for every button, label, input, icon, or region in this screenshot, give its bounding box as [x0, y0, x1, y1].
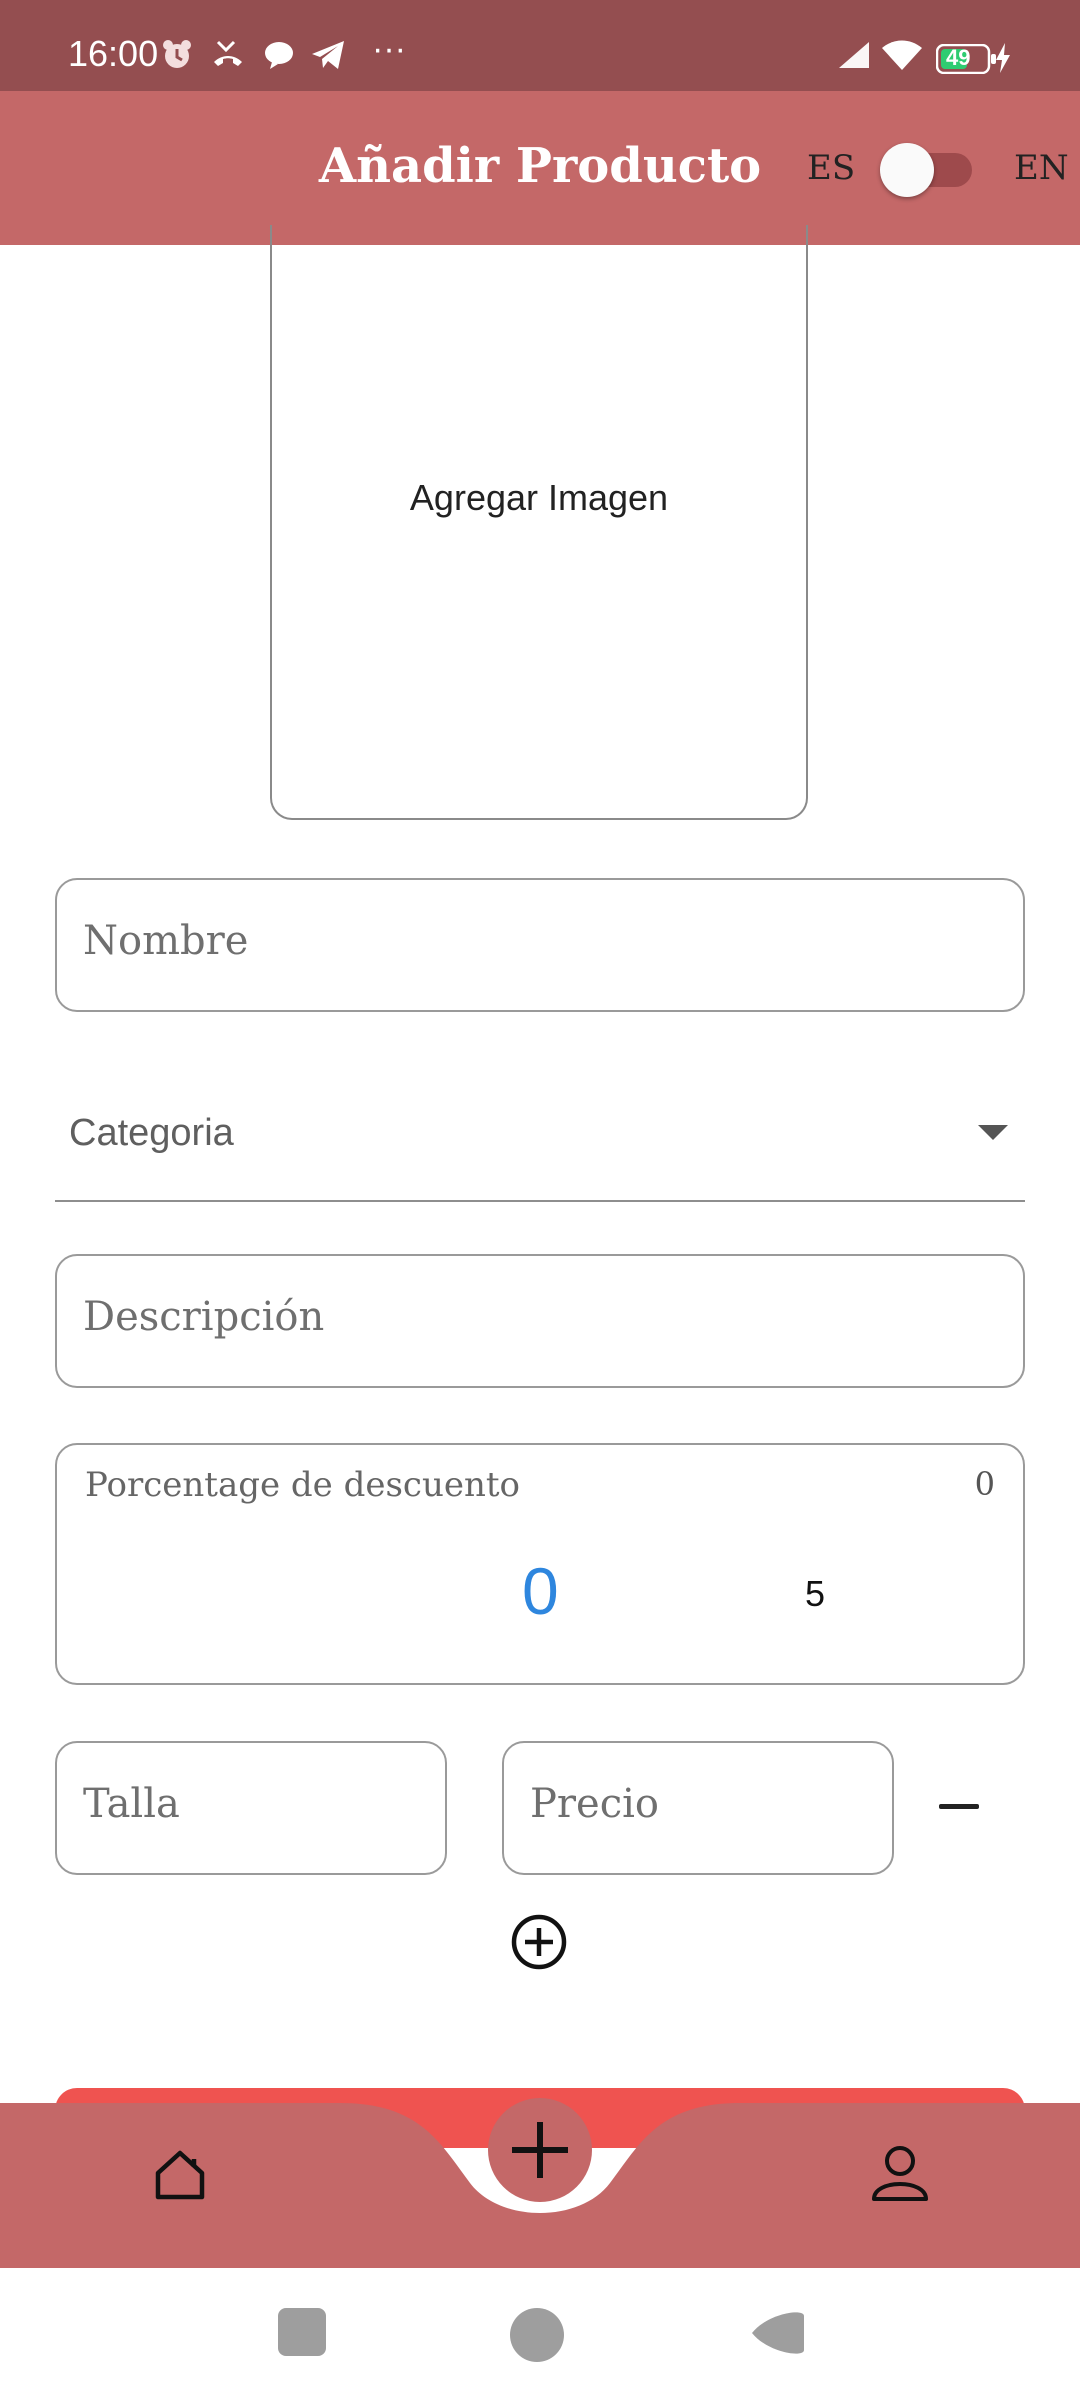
image-picker[interactable]: Agregar Imagen	[270, 225, 808, 820]
plus-circle-icon[interactable]	[510, 1913, 568, 1971]
signal-icon	[835, 38, 875, 80]
user-icon[interactable]	[868, 2141, 932, 2205]
add-product-button[interactable]	[488, 2098, 592, 2202]
discount-label: Porcentage de descuento	[85, 1465, 521, 1505]
home-icon[interactable]	[150, 2145, 210, 2205]
caret-down-icon	[978, 1125, 1008, 1140]
back-icon[interactable]	[748, 2308, 808, 2358]
minus-icon[interactable]	[934, 1788, 986, 1824]
status-time: 16:00	[68, 33, 159, 74]
discount-picker-selected[interactable]: 0	[522, 1553, 559, 1629]
app-bar: Añadir Producto ES EN	[0, 91, 1080, 245]
description-placeholder: Descripción	[83, 1294, 325, 1340]
size-field[interactable]: Talla	[55, 1741, 447, 1875]
battery-level: 49	[946, 45, 971, 70]
discount-picker-option[interactable]: 5	[805, 1573, 825, 1615]
language-label-es: ES	[807, 148, 856, 188]
category-dropdown[interactable]: Categoria	[55, 1100, 1025, 1202]
image-picker-label: Agregar Imagen	[409, 477, 669, 518]
missed-call-icon	[210, 38, 246, 80]
language-toggle[interactable]	[880, 143, 980, 197]
alarm-icon	[160, 38, 194, 80]
discount-current-value: 0	[974, 1465, 995, 1503]
wifi-icon	[880, 38, 924, 80]
description-field[interactable]: Descripción	[55, 1254, 1025, 1388]
name-placeholder: Nombre	[83, 918, 249, 964]
name-field[interactable]: Nombre	[55, 878, 1025, 1012]
system-navigation-bar	[0, 2268, 1080, 2400]
bottom-nav-bar	[0, 2098, 1080, 2268]
size-placeholder: Talla	[83, 1781, 180, 1827]
more-notifications-icon: ···	[372, 30, 406, 68]
telegram-icon	[310, 38, 346, 80]
page-title: Añadir Producto	[318, 138, 762, 194]
category-label: Categoria	[69, 1112, 234, 1154]
system-home-icon[interactable]	[510, 2308, 564, 2362]
chat-bubble-icon	[262, 38, 296, 80]
price-field[interactable]: Precio	[502, 1741, 894, 1875]
toggle-thumb[interactable]	[880, 143, 934, 197]
discount-picker-box: Porcentage de descuento 0 0 5	[55, 1443, 1025, 1685]
charging-icon	[994, 42, 1012, 79]
recents-icon[interactable]	[278, 2308, 326, 2356]
price-placeholder: Precio	[530, 1781, 659, 1827]
language-label-en: EN	[1014, 148, 1069, 188]
status-bar: 16:00 ··· 49	[0, 0, 1080, 91]
